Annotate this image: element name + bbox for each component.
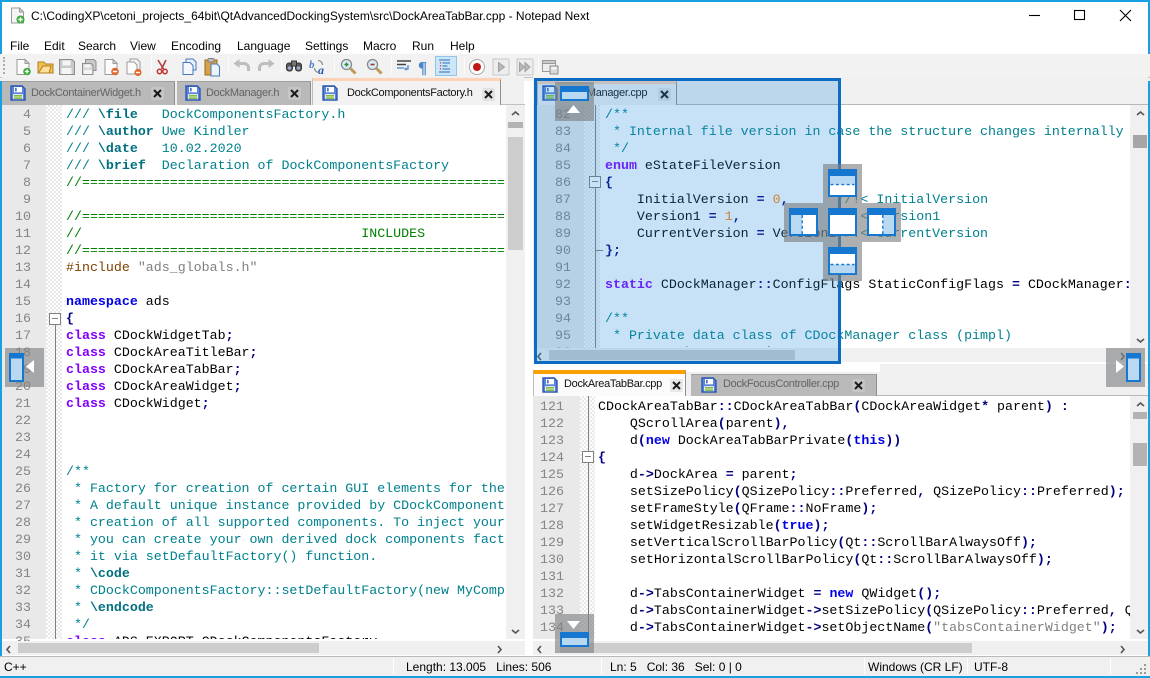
- svg-text:¶: ¶: [418, 58, 427, 76]
